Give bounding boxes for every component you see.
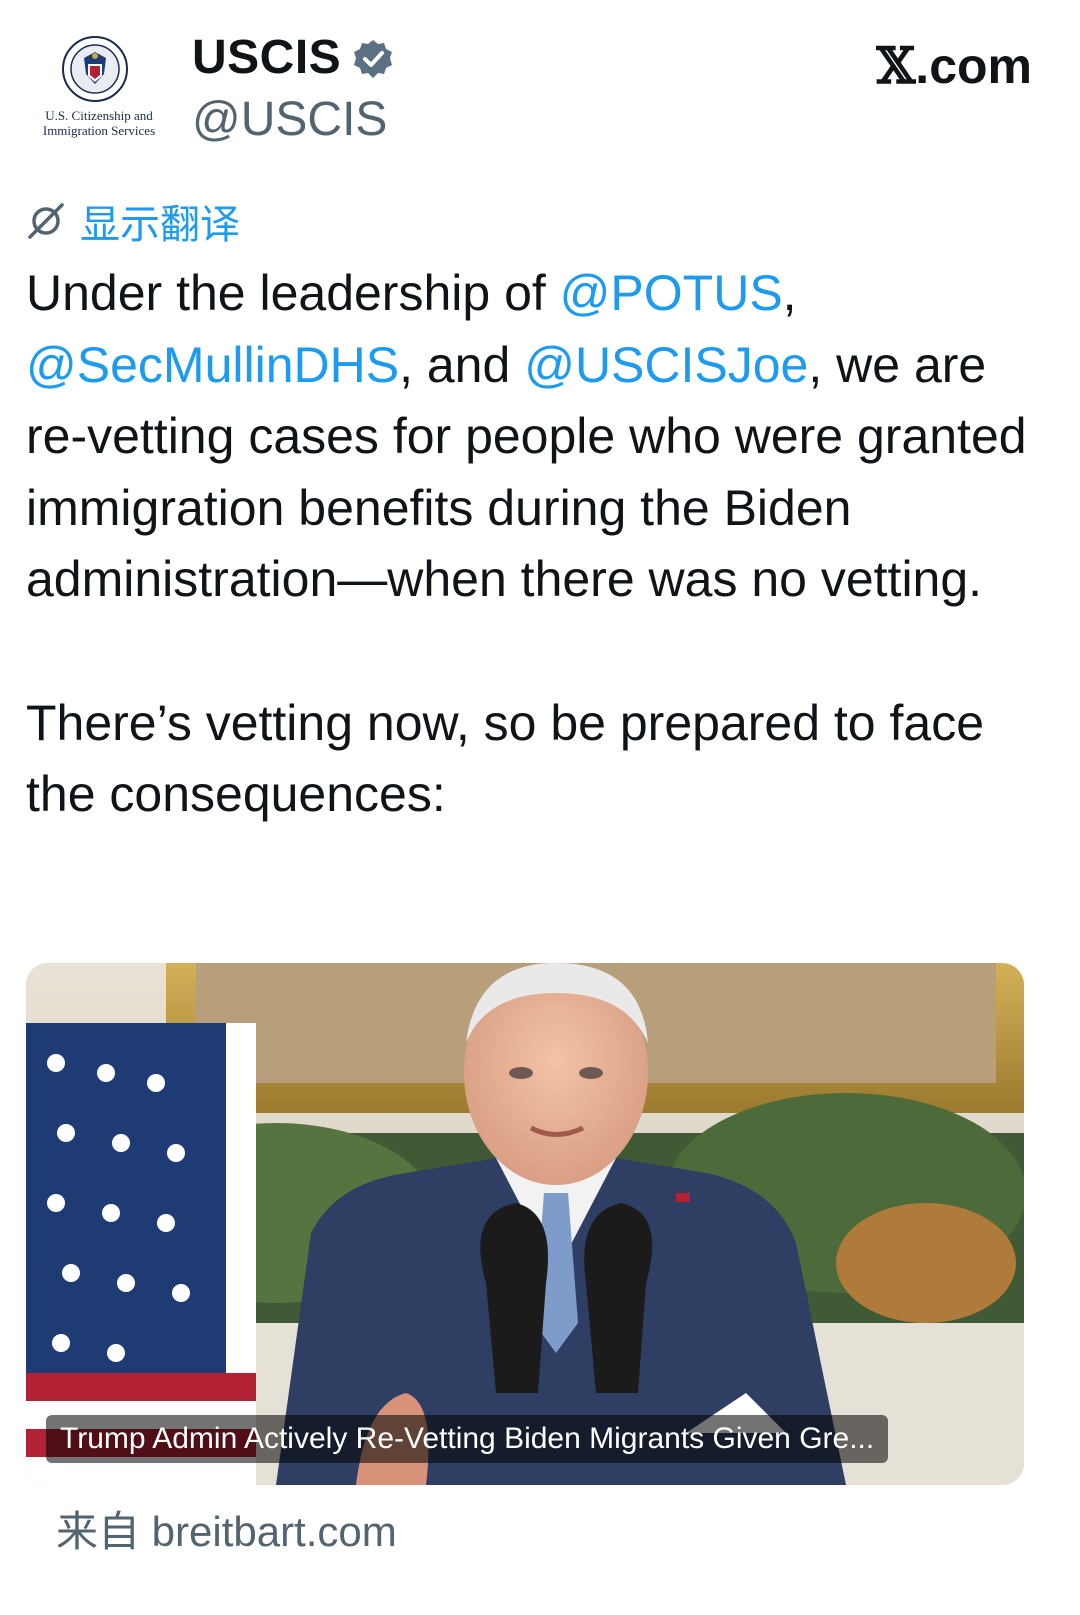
tweet-text-segment: , [782,265,797,321]
tweet-header: U.S. Citizenship and Immigration Service… [0,0,1080,170]
logo-text: U.S. Citizenship and Immigration Service… [24,108,174,138]
site-label: 𝕏.com [877,36,1033,95]
card-source[interactable]: 来自 breitbart.com [56,1498,397,1559]
translate-icon [28,203,64,239]
tweet-paragraph-1: Under the leadership of @POTUS, @SecMull… [26,258,1056,616]
mention-link[interactable]: @POTUS [560,265,783,321]
uscis-logo[interactable]: U.S. Citizenship and Immigration Service… [24,36,174,146]
author-handle[interactable]: @USCIS [192,92,387,147]
tweet-text-segment: , and [399,336,525,393]
tweet-paragraph-2: There’s vetting now, so be prepared to f… [26,694,985,823]
logo-text-line2: Immigration Services [42,123,156,138]
author-name[interactable]: USCIS [192,30,341,85]
link-card[interactable]: Trump Admin Actively Re-Vetting Biden Mi… [26,963,1024,1485]
dhs-seal-icon [62,36,128,102]
mention-link[interactable]: @USCISJoe [524,337,808,393]
tweet-text-segment: Under the leadership of [26,265,560,321]
show-translation-label: 显示翻译 [80,203,240,247]
show-translation-button[interactable]: 显示翻译 [26,198,240,247]
logo-text-line1: U.S. Citizenship and [45,108,153,123]
card-title: Trump Admin Actively Re-Vetting Biden Mi… [46,1415,889,1463]
site-label-domain: .com [915,38,1032,94]
card-image [26,963,1024,1485]
mention-link[interactable]: @SecMullinDHS [26,337,399,393]
verified-badge-icon [354,40,392,78]
tweet-text: Under the leadership of @POTUS, @SecMull… [26,258,1056,831]
x-logo-icon: 𝕏 [876,36,916,95]
